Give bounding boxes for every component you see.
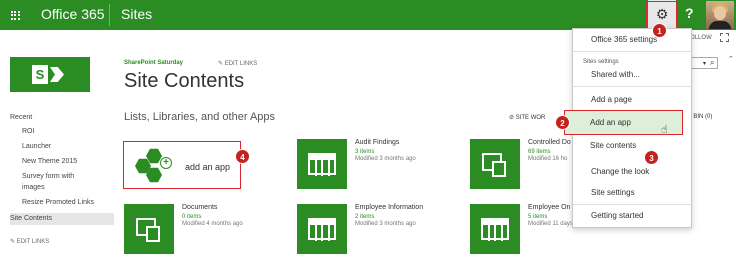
tile-title[interactable]: Documents <box>182 204 217 211</box>
app-launcher-button[interactable] <box>0 0 30 30</box>
pencil-icon: ✎ <box>10 239 17 245</box>
document-library-icon <box>124 204 174 254</box>
callout-badge-2: 2 <box>555 115 570 130</box>
menu-site-contents[interactable]: Site contents <box>590 141 636 150</box>
menu-shared-with[interactable]: Shared with... <box>591 70 640 79</box>
tile-item-count: 3 items <box>355 149 375 155</box>
check-circle-icon: ⊘ <box>509 115 516 121</box>
arrow-icon <box>50 67 64 82</box>
nav-item-survey-cont[interactable]: images <box>22 184 45 191</box>
tile-title[interactable]: Audit Findings <box>355 139 399 146</box>
menu-group-label: Sites settings <box>583 59 619 65</box>
nav-item-launcher[interactable]: Launcher <box>22 143 51 150</box>
search-icon[interactable]: ⌕ <box>710 58 714 68</box>
suite-bar: Office 365 Sites ⚙ ? <box>0 0 736 30</box>
list-icon <box>297 139 347 189</box>
menu-change-the-look[interactable]: Change the look <box>591 167 649 176</box>
nav-item-new-theme[interactable]: New Theme 2015 <box>22 158 77 165</box>
section-title: Lists, Libraries, and other Apps <box>124 111 276 123</box>
edit-links-nav[interactable]: ✎ EDIT LINKS <box>10 238 49 245</box>
site-workflows-link[interactable]: ⊘ SITE WOR <box>509 114 545 121</box>
list-icon <box>297 204 347 254</box>
page-title: Site Contents <box>124 70 245 92</box>
focus-content-icon[interactable] <box>720 33 729 42</box>
add-an-app-tile[interactable]: + add an app <box>123 141 241 189</box>
pencil-icon: ✎ <box>218 61 225 67</box>
document-library-icon <box>470 139 520 189</box>
scroll-up-icon[interactable]: ⌃ <box>728 55 734 63</box>
list-icon <box>470 204 520 254</box>
menu-office365-settings[interactable]: Office 365 settings <box>591 35 657 44</box>
callout-badge-4: 4 <box>235 149 250 164</box>
edit-links-top[interactable]: ✎ EDIT LINKS <box>218 60 257 67</box>
nav-item-roi[interactable]: ROI <box>22 128 34 135</box>
nav-item-survey[interactable]: Survey form with <box>22 173 74 180</box>
site-name-link[interactable]: SharePoint Saturday <box>124 60 183 66</box>
tile-item-count: 2 items <box>355 214 375 220</box>
nav-item-site-contents[interactable]: Site Contents <box>10 215 52 222</box>
tile-title[interactable]: Employee On <box>528 204 570 211</box>
tile-modified: Modified 4 months ago <box>182 221 243 227</box>
tile-title[interactable]: Controlled Do <box>528 139 571 146</box>
nav-item-resize-links[interactable]: Resize Promoted Links <box>22 199 94 206</box>
menu-add-an-app[interactable]: Add an app <box>590 118 631 127</box>
chevron-down-icon[interactable]: ▾ <box>703 60 706 67</box>
menu-getting-started[interactable]: Getting started <box>591 211 643 220</box>
tile-modified: Modified 16 ho <box>528 156 568 162</box>
tile-modified: Modified 3 months ago <box>355 221 416 227</box>
hand-cursor-icon: ☝ <box>661 123 668 136</box>
sharepoint-logo-icon: S <box>32 65 48 84</box>
avatar[interactable] <box>706 1 734 29</box>
tile-item-count: 69 items <box>528 149 551 155</box>
menu-add-a-page[interactable]: Add a page <box>591 95 632 104</box>
tile-item-count: 5 items <box>528 214 548 220</box>
office365-brand-link[interactable]: Office 365 <box>41 6 105 22</box>
add-an-app-label: add an app <box>185 162 231 172</box>
topbar-divider <box>109 4 110 26</box>
callout-badge-1: 1 <box>652 23 667 38</box>
help-button[interactable]: ? <box>685 5 694 21</box>
nav-recent-heading[interactable]: Recent <box>10 114 32 121</box>
sites-link[interactable]: Sites <box>121 6 152 22</box>
callout-badge-3: 3 <box>644 150 659 165</box>
site-logo[interactable]: S <box>10 57 90 92</box>
add-app-icon: + <box>132 148 176 184</box>
plus-icon: + <box>160 157 172 169</box>
tile-title[interactable]: Employee Information <box>355 204 423 211</box>
waffle-icon <box>10 10 20 20</box>
tile-item-count: 0 items <box>182 214 202 220</box>
menu-site-settings[interactable]: Site settings <box>591 188 635 197</box>
tile-modified: Modified 3 months ago <box>355 156 416 162</box>
